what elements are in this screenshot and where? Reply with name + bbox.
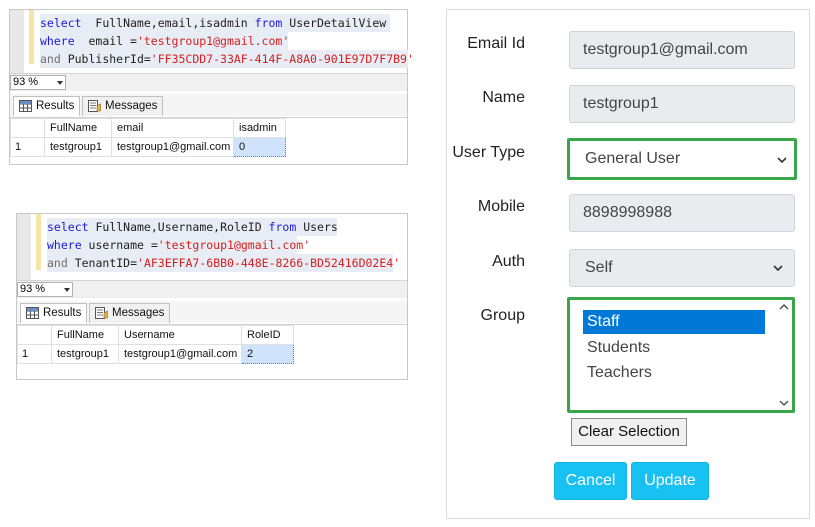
- grid-icon: [19, 100, 32, 112]
- grid-icon: [26, 307, 39, 319]
- group-listbox[interactable]: Staff Students Teachers: [567, 297, 795, 413]
- update-button[interactable]: Update: [631, 462, 709, 500]
- auth-value: Self: [585, 259, 613, 276]
- group-option-staff[interactable]: Staff: [583, 310, 765, 334]
- table-cell[interactable]: testgroup1@gmail.com: [118, 344, 242, 364]
- tab-messages[interactable]: Messages: [89, 303, 171, 323]
- row-number-header: [10, 118, 45, 138]
- column-header[interactable]: email: [111, 118, 234, 138]
- row-number-header: [17, 325, 52, 345]
- column-header[interactable]: FullName: [51, 325, 119, 345]
- sql-editor-2[interactable]: select FullName,Username,RoleID from Use…: [17, 214, 407, 280]
- results-tabs: Results Messages: [17, 301, 407, 323]
- column-header[interactable]: isadmin: [233, 118, 286, 138]
- sql-query-window-2: select FullName,Username,RoleID from Use…: [16, 213, 408, 380]
- clear-selection-button[interactable]: Clear Selection: [571, 418, 687, 446]
- change-marker: [29, 10, 34, 64]
- column-header[interactable]: RoleID: [241, 325, 294, 345]
- chevron-down-icon: [57, 81, 63, 85]
- row-number: 1: [17, 344, 52, 364]
- cancel-button[interactable]: Cancel: [554, 462, 627, 500]
- table-row[interactable]: 1 testgroup1 testgroup1@gmail.com 0: [10, 137, 286, 157]
- email-label: Email Id: [467, 35, 525, 52]
- sql-editor-1[interactable]: select FullName,email,isadmin from UserD…: [10, 10, 414, 74]
- table-row[interactable]: 1 testgroup1 testgroup1@gmail.com 2: [17, 344, 294, 364]
- chevron-down-icon: [64, 288, 70, 292]
- column-header[interactable]: Username: [118, 325, 242, 345]
- column-header[interactable]: FullName: [44, 118, 112, 138]
- table-cell-selected[interactable]: 2: [241, 344, 294, 364]
- sql-line-3: and PublisherId='FF35CDD7-33AF-414F-A8A0…: [40, 50, 414, 68]
- tab-results[interactable]: Results: [13, 96, 81, 116]
- zoom-dropdown[interactable]: 93 %: [10, 75, 66, 90]
- sql-query-window-1: select FullName,email,isadmin from UserD…: [9, 9, 414, 165]
- zoom-bar: 93 %: [17, 280, 407, 298]
- table-cell[interactable]: testgroup1: [44, 137, 112, 157]
- row-number: 1: [10, 137, 45, 157]
- user-edit-form: Email Id testgroup1@gmail.com Name testg…: [446, 9, 810, 519]
- mobile-field[interactable]: 8898998988: [569, 194, 795, 232]
- sql-line-2: where username ='testgroup1@gmail.com': [47, 236, 311, 254]
- group-option-teachers[interactable]: Teachers: [583, 361, 765, 385]
- chevron-down-icon: [773, 265, 783, 272]
- change-marker: [36, 214, 41, 270]
- sql-line-1: select FullName,Username,RoleID from Use…: [47, 218, 338, 236]
- usertype-label: User Type: [452, 144, 525, 161]
- table-cell-selected[interactable]: 0: [233, 137, 286, 157]
- auth-select[interactable]: Self: [569, 249, 795, 287]
- sql-line-3: and TenantID='AF3EFFA7-6BB0-448E-8266-BD…: [47, 254, 401, 272]
- editor-margin: [17, 214, 31, 280]
- group-label: Group: [480, 307, 525, 324]
- auth-label: Auth: [492, 253, 525, 270]
- tab-results[interactable]: Results: [20, 303, 88, 323]
- name-label: Name: [482, 89, 525, 106]
- email-field[interactable]: testgroup1@gmail.com: [569, 31, 795, 69]
- table-cell[interactable]: testgroup1@gmail.com: [111, 137, 234, 157]
- usertype-select[interactable]: General User: [567, 138, 797, 180]
- messages-icon: [88, 100, 101, 112]
- grid-header-row: FullName email isadmin: [10, 118, 286, 138]
- tab-messages[interactable]: Messages: [82, 96, 164, 116]
- results-grid-2: FullName Username RoleID 1 testgroup1 te…: [17, 324, 407, 364]
- group-option-students[interactable]: Students: [583, 336, 765, 360]
- editor-margin: [10, 10, 24, 74]
- listbox-scrollbar[interactable]: [776, 300, 792, 410]
- zoom-bar: 93 %: [10, 73, 407, 91]
- mobile-label: Mobile: [477, 198, 525, 215]
- messages-icon: [95, 307, 108, 319]
- sql-line-2: where email ='testgroup1@gmail.com': [40, 32, 290, 50]
- usertype-value: General User: [585, 150, 681, 167]
- results-tabs: Results Messages: [10, 94, 407, 116]
- grid-header-row: FullName Username RoleID: [17, 325, 294, 345]
- sql-line-1: select FullName,email,isadmin from UserD…: [40, 14, 390, 32]
- table-cell[interactable]: testgroup1: [51, 344, 119, 364]
- name-field[interactable]: testgroup1: [569, 85, 795, 123]
- chevron-down-icon: [777, 157, 787, 164]
- zoom-dropdown[interactable]: 93 %: [17, 282, 73, 297]
- results-grid-1: FullName email isadmin 1 testgroup1 test…: [10, 117, 407, 157]
